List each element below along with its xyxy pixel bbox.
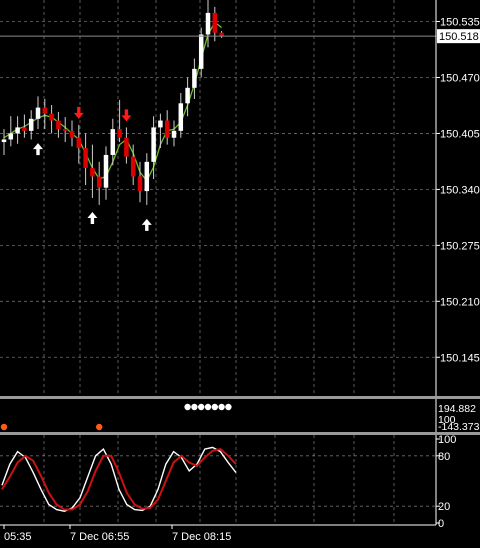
candle-body-bullish [205, 12, 211, 35]
candle-body-bullish [15, 127, 20, 134]
candle-body-bearish [130, 156, 136, 177]
time-tick-label: 05:35 [4, 531, 32, 543]
chart-background [0, 0, 480, 543]
candle-body-bearish [42, 107, 48, 114]
price-tick-label: 150.470 [440, 72, 480, 84]
candle-body-bearish [117, 129, 122, 138]
stoch-tick-label: 20 [438, 501, 450, 513]
price-tick-label: 150.535 [440, 17, 480, 29]
dots-tick-label: -143.373 [438, 421, 480, 433]
price-tick-label: 150.340 [440, 184, 480, 196]
candle-body-bearish [76, 137, 82, 149]
candle-body-bullish [110, 129, 116, 155]
candle-body-bullish [144, 161, 150, 192]
candle-body-bullish [158, 120, 163, 128]
price-tick-label: 150.145 [440, 352, 480, 364]
stoch-tick-label: 80 [438, 451, 450, 463]
signal-dot-white [191, 403, 198, 411]
candle-body-bearish [124, 137, 129, 157]
candle-body-bearish [49, 113, 54, 121]
signal-dot-orange [0, 423, 8, 431]
time-tick-label: 7 Dec 08:15 [172, 531, 231, 543]
candle-body-bearish [96, 176, 102, 188]
signal-dot-white [211, 403, 218, 411]
candle-body-bearish [90, 167, 95, 177]
price-tick-label: 150.275 [440, 240, 480, 252]
candle-body-bearish [62, 129, 68, 131]
candle-body-bearish [83, 148, 88, 168]
candle-body-bullish [28, 118, 34, 131]
price-tick-label: 150.405 [440, 128, 480, 140]
candle-body-bullish [171, 130, 177, 138]
pane-separator [0, 432, 480, 435]
candle-body-bearish [69, 130, 75, 138]
candle-body-bullish [8, 133, 14, 140]
chart-canvas[interactable]: 150.535 150.470 150.405 150.340 150.275 150.2… [0, 0, 480, 543]
signal-dot-white [225, 403, 232, 411]
signal-dot-white [204, 403, 212, 411]
candle-body-bullish [103, 154, 109, 188]
candle-body-bullish [151, 127, 156, 162]
price-tick-label: 150.210 [440, 296, 480, 308]
stoch-tick-label: 0 [438, 518, 444, 530]
current-price-label: 150.518 [439, 31, 479, 43]
candle-body-bearish [164, 120, 170, 138]
candle-body-bullish [185, 87, 190, 104]
stoch-tick-label: 100 [438, 434, 456, 446]
candle-body-bullish [198, 34, 204, 69]
candle-body-bearish [219, 32, 224, 37]
signal-dot-white [184, 403, 191, 411]
signal-dot-orange [96, 423, 103, 431]
candle-body-bearish [212, 12, 218, 33]
signal-dot-white [198, 403, 205, 411]
time-tick-label: 7 Dec 06:55 [70, 531, 129, 543]
candle-body-bullish [178, 103, 184, 131]
candle-body-bearish [22, 127, 27, 131]
candle-body-bullish [1, 139, 7, 143]
candle-body-bullish [35, 107, 41, 119]
candle-body-bearish [137, 176, 143, 192]
pane-separator [0, 396, 480, 399]
candle-body-bullish [192, 68, 197, 88]
candle-body-bearish [56, 120, 61, 130]
signal-dot-white [218, 403, 225, 411]
trading-chart[interactable]: 150.535 150.470 150.405 150.340 150.275 150.2… [0, 0, 480, 543]
